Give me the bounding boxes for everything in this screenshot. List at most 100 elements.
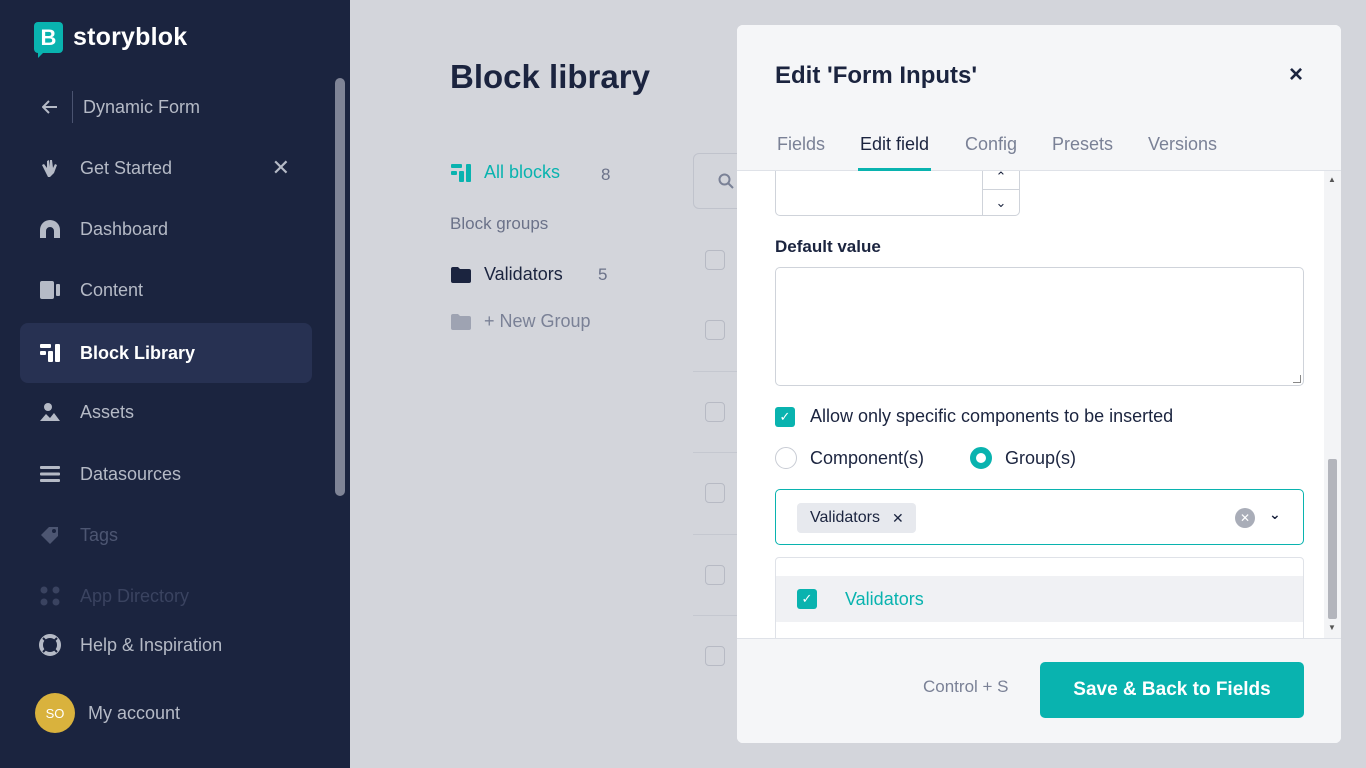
- all-blocks-label: All blocks: [484, 162, 561, 182]
- row-checkbox[interactable]: [705, 565, 725, 585]
- sidebar-item-help[interactable]: Help & Inspiration: [20, 615, 312, 675]
- search-icon: [718, 173, 734, 189]
- row-divider: [693, 534, 737, 535]
- new-group-button[interactable]: + New Group: [450, 311, 591, 332]
- row-divider: [693, 615, 737, 616]
- sidebar-item-label: Dashboard: [80, 218, 169, 239]
- back-to-space[interactable]: Dynamic Form: [20, 77, 312, 137]
- space-name: Dynamic Form: [83, 96, 201, 117]
- dropdown-option-validators[interactable]: ✓ Validators: [776, 576, 1303, 622]
- hand-wave-icon: [39, 157, 61, 179]
- sidebar-item-label: Get Started: [80, 157, 173, 178]
- sidebar-item-label: App Directory: [80, 585, 190, 606]
- radio-components-label: Component(s): [810, 447, 925, 468]
- chevron-down-icon[interactable]: ⌄: [1269, 506, 1281, 523]
- row-divider: [693, 452, 737, 453]
- close-icon[interactable]: ✕: [272, 155, 290, 181]
- sidebar-item-content[interactable]: Content: [20, 260, 312, 320]
- list-icon: [39, 463, 61, 485]
- resize-grip-icon[interactable]: [1293, 375, 1301, 383]
- keyboard-shortcut-hint: Control + S: [923, 677, 1009, 696]
- allow-specific-label: Allow only specific components to be ins…: [810, 406, 1174, 426]
- chip-label: Validators: [810, 509, 880, 526]
- radio-components[interactable]: Component(s): [775, 447, 924, 469]
- scroll-thumb[interactable]: [1328, 459, 1337, 619]
- image-icon: [39, 401, 61, 423]
- avatar: SO: [35, 693, 75, 733]
- chevron-up-icon[interactable]: ⌃: [983, 171, 1019, 190]
- sidebar-item-get-started[interactable]: Get Started ✕: [20, 138, 312, 198]
- tab-config[interactable]: Config: [965, 134, 1017, 155]
- group-select[interactable]: Validators ✕ ✕ ⌄: [775, 489, 1304, 545]
- close-icon[interactable]: ×: [1289, 61, 1303, 89]
- number-input[interactable]: ⌃ ⌄: [775, 171, 1020, 216]
- row-divider: [693, 371, 737, 372]
- tab-edit-field[interactable]: Edit field: [860, 134, 929, 155]
- group-item-validators[interactable]: Validators: [450, 264, 563, 285]
- sidebar-item-block-library[interactable]: Block Library: [20, 323, 312, 383]
- logo-mark: B: [34, 22, 63, 58]
- folder-icon: [451, 313, 471, 330]
- sidebar-item-label: My account: [88, 702, 181, 723]
- sidebar-item-datasources[interactable]: Datasources: [20, 444, 312, 504]
- radio-groups-label: Group(s): [1005, 447, 1077, 468]
- all-blocks-filter[interactable]: All blocks: [450, 162, 615, 183]
- sidebar-item-label: Tags: [80, 524, 119, 545]
- modal-title: Edit 'Form Inputs': [775, 62, 978, 89]
- sidebar-item-label: Content: [80, 279, 144, 300]
- row-checkbox[interactable]: [705, 483, 725, 503]
- scroll-down-icon[interactable]: ▼: [1328, 623, 1336, 632]
- tab-versions[interactable]: Versions: [1148, 134, 1217, 155]
- row-checkbox[interactable]: [705, 320, 725, 340]
- number-stepper: ⌃ ⌄: [982, 171, 1019, 216]
- checkbox-checked-icon[interactable]: ✓: [775, 406, 795, 427]
- chevron-down-icon[interactable]: ⌄: [983, 190, 1019, 215]
- group-count: 5: [598, 265, 608, 284]
- group-dropdown: ✓ Validators: [775, 557, 1304, 638]
- radio-groups[interactable]: Group(s): [970, 447, 1076, 469]
- group-label: Validators: [484, 264, 563, 284]
- sidebar-item-tags[interactable]: Tags: [20, 505, 312, 565]
- back-divider: [72, 91, 73, 123]
- storyblok-logo[interactable]: B storyblok: [34, 22, 188, 58]
- dropdown-option-label: Validators: [845, 588, 924, 609]
- arrow-left-icon: [39, 96, 61, 118]
- sidebar-item-label: Help & Inspiration: [80, 634, 223, 655]
- sidebar-item-label: Block Library: [80, 342, 196, 363]
- modal-body: ⌃ ⌄ Default value ✓ Allow only specific …: [737, 171, 1341, 638]
- scroll-up-icon[interactable]: ▲: [1328, 175, 1336, 184]
- sidebar-item-assets[interactable]: Assets: [20, 382, 312, 442]
- logo-text: storyblok: [73, 23, 188, 51]
- row-checkbox[interactable]: [705, 646, 725, 666]
- block-groups-heading: Block groups: [450, 214, 549, 233]
- modal-footer: Control + S Save & Back to Fields: [737, 638, 1341, 743]
- tag-icon: [39, 524, 61, 546]
- remove-chip-icon[interactable]: ✕: [892, 510, 904, 527]
- sidebar-item-my-account[interactable]: SO My account: [20, 683, 312, 743]
- sidebar-item-label: Assets: [80, 401, 135, 422]
- sidebar: B storyblok Dynamic Form Get Started ✕ D…: [0, 0, 350, 768]
- tab-fields[interactable]: Fields: [777, 134, 825, 155]
- checkbox-checked-icon: ✓: [797, 589, 817, 609]
- edit-block-modal: Edit 'Form Inputs' × Fields Edit field C…: [737, 25, 1341, 743]
- radio-unselected-icon[interactable]: [775, 447, 797, 469]
- lifebuoy-icon: [39, 634, 61, 656]
- clear-selection-icon[interactable]: ✕: [1235, 508, 1255, 528]
- tab-presets[interactable]: Presets: [1052, 134, 1113, 155]
- row-checkbox[interactable]: [705, 402, 725, 422]
- modal-scrollbar[interactable]: ▲ ▼: [1324, 171, 1341, 638]
- allow-specific-components[interactable]: ✓ Allow only specific components to be i…: [775, 406, 1173, 427]
- modal-header: Edit 'Form Inputs' × Fields Edit field C…: [737, 25, 1341, 171]
- all-blocks-count: 8: [601, 165, 611, 184]
- save-back-to-fields-button[interactable]: Save & Back to Fields: [1040, 662, 1304, 718]
- folder-icon: [451, 266, 471, 283]
- sidebar-scrollbar[interactable]: [335, 78, 345, 496]
- row-checkbox[interactable]: [705, 250, 725, 270]
- radio-selected-icon[interactable]: [970, 447, 992, 469]
- sidebar-item-dashboard[interactable]: Dashboard: [20, 199, 312, 259]
- default-value-label: Default value: [775, 237, 881, 256]
- selected-chip: Validators ✕: [797, 503, 916, 533]
- default-value-textarea[interactable]: [775, 267, 1304, 386]
- apps-icon: [39, 585, 61, 607]
- blocks-icon: [451, 163, 471, 182]
